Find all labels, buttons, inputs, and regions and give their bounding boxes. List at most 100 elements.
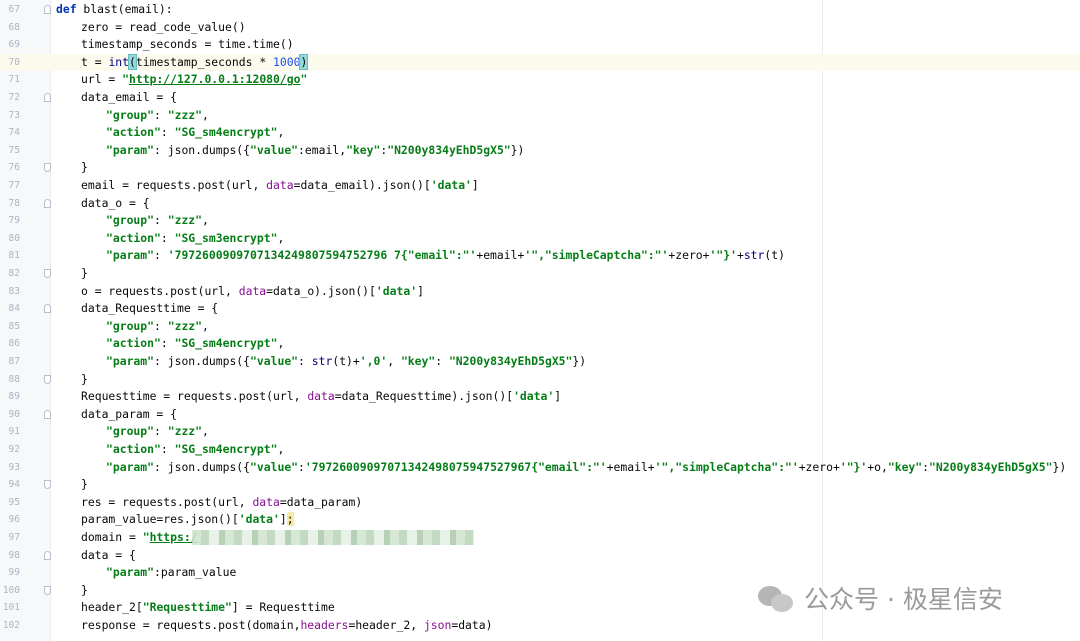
code-text: response = requests.post(domain,headers=…	[81, 617, 493, 635]
line-number: 67	[8, 4, 20, 15]
code-token: "N200y834yEhD5gX5"	[448, 354, 573, 368]
code-token: (t)+	[332, 354, 360, 368]
line-number: 85	[8, 320, 20, 332]
code-token: :	[154, 213, 168, 228]
code-token: "value"	[250, 354, 299, 368]
code-line[interactable]: 86 "action": "SG_sm4encrypt",	[0, 335, 1080, 353]
code-line[interactable]: 82}	[0, 265, 1080, 283]
code-token: 'data'	[430, 178, 472, 192]
code-line[interactable]: 87 "param": json.dumps({"value": str(t)+'…	[0, 353, 1080, 371]
fold-marker-icon[interactable]	[44, 409, 51, 419]
fold-marker-icon[interactable]	[44, 5, 51, 14]
line-number: 75	[8, 144, 20, 156]
code-line[interactable]: 81 "param": '7972600909707134249807594752…	[0, 247, 1080, 265]
line-number: 86	[8, 338, 20, 350]
code-line[interactable]: 96 param_value=res.json()['data'];	[0, 511, 1080, 529]
code-line[interactable]: 77 email = requests.post(url, data=data_e…	[0, 177, 1080, 195]
code-line[interactable]: 68 zero = read_code_value()	[0, 19, 1080, 37]
code-token: "action"	[106, 230, 161, 245]
code-token: +zero+	[668, 248, 710, 263]
code-line[interactable]: 83 o = requests.post(url, data=data_o).js…	[0, 283, 1080, 301]
code-token: "group"	[106, 107, 155, 122]
code-line[interactable]: 89 Requesttime = requests.post(url, data=…	[0, 388, 1080, 406]
code-token: +zero+	[798, 459, 840, 474]
fold-marker-icon[interactable]	[44, 304, 51, 314]
line-number: 87	[8, 356, 20, 367]
line-number: 72	[8, 92, 20, 103]
code-line[interactable]: 98 data = {	[0, 547, 1080, 565]
code-line[interactable]: 69 timestamp_seconds = time.time()	[0, 36, 1080, 54]
code-text: data = {	[81, 547, 136, 565]
code-token: =data_o).json()[	[266, 283, 376, 298]
code-line[interactable]: 84 data_Requesttime = {	[0, 300, 1080, 318]
code-line[interactable]: 93 "param": json.dumps({"value":'79726009…	[0, 459, 1080, 477]
line-number: 78	[8, 197, 20, 209]
line-number: 92	[8, 444, 20, 455]
code-line[interactable]: 94}	[0, 476, 1080, 494]
code-token: :	[154, 318, 168, 333]
code-text: data_o = {	[81, 195, 150, 213]
code-token: "group"	[106, 213, 155, 228]
code-line[interactable]: 88}	[0, 371, 1080, 389]
code-line[interactable]: 75 "param": json.dumps({"value":email,"ke…	[0, 142, 1080, 160]
code-line[interactable]: 92 "action": "SG_sm4encrypt",	[0, 441, 1080, 459]
code-line[interactable]: 97 domain = "https:/	[0, 529, 1080, 547]
code-token: "zzz"	[167, 107, 203, 122]
code-token: "N200y834yEhD5gX5"	[929, 459, 1053, 474]
code-token: "	[300, 72, 308, 87]
fold-marker-icon[interactable]	[44, 550, 51, 560]
code-token: ,	[387, 354, 401, 368]
code-line[interactable]: 91 "group": "zzz",	[0, 423, 1080, 441]
code-token: ]	[417, 283, 424, 298]
code-line[interactable]: 76}	[0, 159, 1080, 177]
code-token: "param"	[106, 354, 155, 368]
code-token: Requesttime = requests.post(url,	[81, 389, 308, 404]
code-line[interactable]: 72 data_email = {	[0, 89, 1080, 107]
fold-marker-icon[interactable]	[44, 198, 51, 208]
code-token: str	[311, 354, 333, 368]
fold-marker-icon[interactable]	[44, 269, 51, 278]
code-editor[interactable]: 67 def blast(email): 68 zero = read_code_va…	[0, 0, 1080, 641]
code-line[interactable]: 80 "action": "SG_sm3encrypt",	[0, 230, 1080, 248]
code-line[interactable]: 67 def blast(email):	[0, 1, 1080, 19]
fold-marker-icon[interactable]	[44, 374, 51, 384]
code-token: "group"	[106, 318, 155, 333]
code-line[interactable]: 78 data_o = {	[0, 195, 1080, 213]
code-token: "value"	[250, 142, 299, 157]
fold-marker-icon[interactable]	[44, 93, 51, 102]
watermark-text: 公众号 · 极星信安	[804, 585, 1003, 614]
code-line[interactable]: 90 data_param = {	[0, 406, 1080, 424]
code-token: res = requests.post(url,	[81, 494, 253, 509]
fold-marker-icon[interactable]	[44, 163, 51, 173]
code-token: 'data'	[513, 389, 555, 404]
code-token: +	[736, 248, 744, 263]
code-text: param_value=res.json()['data'];	[81, 511, 294, 529]
code-line[interactable]: 85 "group": "zzz",	[0, 318, 1080, 336]
code-line[interactable]: 73 "group": "zzz",	[0, 107, 1080, 125]
code-token: "Requesttime"	[142, 600, 232, 615]
code-token: +email+	[606, 459, 655, 474]
line-number: 94	[8, 479, 20, 491]
code-token: blast(email):	[76, 2, 173, 16]
code-token: "	[122, 72, 130, 87]
code-text: res = requests.post(url, data=data_param…	[81, 494, 362, 512]
code-text: "action": "SG_sm4encrypt",	[106, 335, 284, 353]
fold-marker-icon[interactable]	[44, 585, 51, 595]
code-token: +o,	[867, 459, 888, 474]
code-token: ,	[277, 125, 285, 140]
code-line[interactable]: 70 t = int(timestamp_seconds * 1000)	[0, 53, 1080, 72]
code-line[interactable]: 79 "group": "zzz",	[0, 212, 1080, 230]
code-text: Requesttime = requests.post(url, data=da…	[81, 388, 561, 406]
code-token: o = requests.post(url,	[81, 283, 239, 298]
fold-marker-icon[interactable]	[44, 480, 51, 490]
code-token: ,	[202, 213, 209, 228]
code-text: "param": '797260090970713424980759475279…	[106, 247, 785, 265]
line-number: 84	[8, 303, 20, 315]
code-line[interactable]: 71 url = "http://127.0.0.1:12080/go"	[0, 71, 1080, 89]
code-line[interactable]: 102 response = requests.post(domain,heade…	[0, 617, 1080, 635]
code-token: :param_value	[154, 565, 237, 580]
code-token: "action"	[106, 125, 161, 140]
line-number: 79	[8, 215, 20, 227]
code-line[interactable]: 95 res = requests.post(url, data=data_par…	[0, 494, 1080, 512]
code-line[interactable]: 74 "action": "SG_sm4encrypt",	[0, 124, 1080, 142]
